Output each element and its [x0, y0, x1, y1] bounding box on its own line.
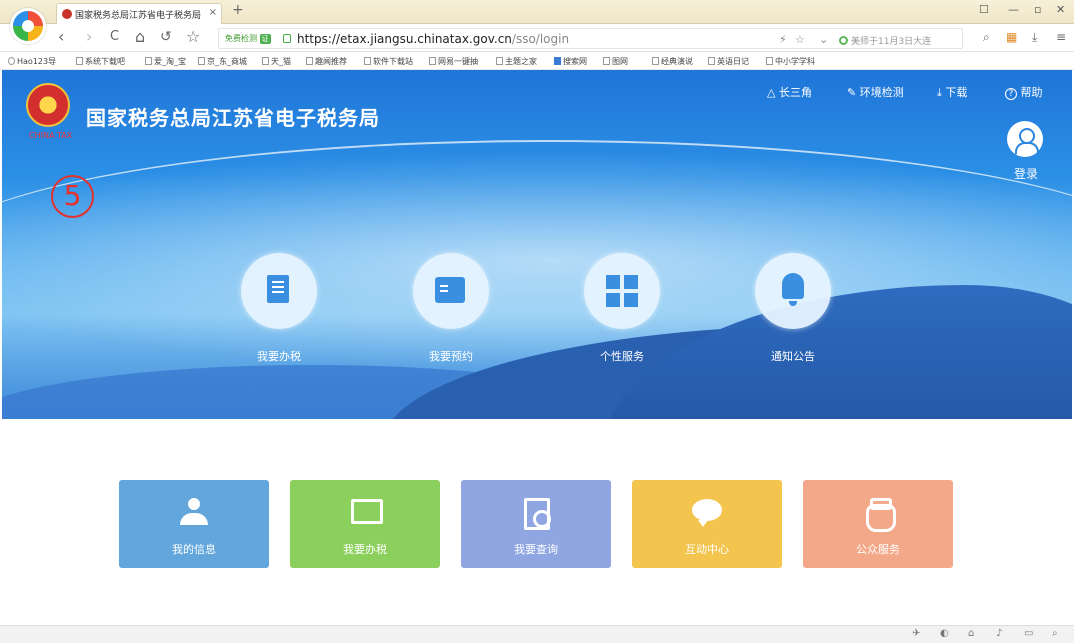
- service-label[interactable]: 个性服务: [572, 348, 672, 364]
- navigation-bar: ‹ › C ⌂ ↺ ☆ 免费检测 证 https://etax.jiangsu.…: [0, 24, 1074, 52]
- bookmark-item[interactable]: 英语日记: [708, 56, 749, 67]
- tile-label: 公众服务: [856, 543, 900, 556]
- login-link[interactable]: 登录: [1014, 165, 1038, 182]
- service-tax-filing[interactable]: [241, 253, 317, 329]
- bookmark-item[interactable]: 天_猫: [262, 56, 291, 67]
- bookmarks-bar: Hao123导 系统下载吧 爱_淘_宝 京_东_商城 天_猫 趣闻推荐 软件下载…: [0, 52, 1074, 70]
- home-icon[interactable]: ⌂: [968, 628, 974, 639]
- minimize-button[interactable]: —: [1008, 3, 1019, 16]
- undo-close-button[interactable]: ↺: [160, 28, 172, 46]
- lock-icon: [283, 34, 291, 43]
- refresh-button[interactable]: C: [110, 28, 119, 46]
- url-text[interactable]: https://etax.jiangsu.chinatax.gov.cn/sso…: [297, 32, 569, 46]
- home-button[interactable]: ⌂: [135, 28, 145, 46]
- annotation-marker: 5: [51, 175, 94, 218]
- chat-icon: [690, 496, 724, 530]
- pencil-icon: ✎: [847, 86, 857, 99]
- tile-label: 我要办税: [343, 543, 387, 556]
- restore-button[interactable]: ▫: [1034, 3, 1041, 16]
- tile-interaction-center[interactable]: 互动中心: [632, 480, 782, 568]
- hero-banner: CHINA TAX 国家税务总局江苏省电子税务局 △ 长三角 ✎ 环境检测 ⤓ …: [2, 70, 1072, 419]
- nav-help[interactable]: ? 帮助: [1005, 84, 1043, 100]
- new-tab-button[interactable]: +: [232, 2, 244, 18]
- favorite-button[interactable]: ☆: [186, 28, 200, 46]
- news-ticker[interactable]: 美师于11月3日大连: [839, 34, 931, 47]
- zoom-icon[interactable]: ⌕: [1052, 628, 1058, 639]
- bookmark-item[interactable]: 京_东_商城: [198, 56, 247, 67]
- service-label[interactable]: 通知公告: [743, 348, 843, 364]
- tab-title: 国家税务总局江苏省电子税务局: [75, 11, 202, 21]
- tile-query[interactable]: 我要查询: [461, 480, 611, 568]
- status-bar: ✈ ◐ ⌂ ♪ ▭ ⌕: [0, 625, 1074, 643]
- nav-environment-check[interactable]: ✎ 环境检测: [847, 84, 904, 100]
- rocket-icon[interactable]: ✈: [912, 628, 920, 639]
- document-icon: [267, 275, 289, 303]
- tile-public-service[interactable]: 公众服务: [803, 480, 953, 568]
- nav-yangtze-delta[interactable]: △ 长三角: [767, 84, 812, 100]
- service-appointment[interactable]: [413, 253, 489, 329]
- close-window-button[interactable]: ✕: [1056, 3, 1065, 16]
- tile-tax-filing[interactable]: 我要办税: [290, 480, 440, 568]
- bookmark-item[interactable]: 搜索网: [554, 56, 587, 67]
- bookmark-item[interactable]: 爱_淘_宝: [145, 56, 186, 67]
- grid-icon: [606, 275, 638, 307]
- address-bar[interactable]: 免费检测 证 https://etax.jiangsu.chinatax.gov…: [218, 28, 963, 49]
- speed-icon[interactable]: ◐: [940, 628, 949, 639]
- download-icon[interactable]: ⤓: [1032, 30, 1037, 45]
- tile-label: 我的信息: [172, 543, 216, 556]
- menu-icon[interactable]: ≡: [1056, 30, 1066, 44]
- skin-icon[interactable]: ☐: [979, 3, 989, 16]
- user-icon: [177, 496, 211, 530]
- chevron-down-icon[interactable]: ⌄: [819, 33, 828, 46]
- bookmark-item[interactable]: Hao123导: [8, 56, 56, 67]
- favicon-icon: [62, 9, 72, 19]
- nav-download[interactable]: ⤓ 下载: [937, 84, 967, 100]
- bookmark-item[interactable]: 软件下载站: [364, 56, 413, 67]
- bookmark-item[interactable]: 中小学学科: [766, 56, 815, 67]
- search-document-icon: [519, 496, 553, 530]
- screen-icon[interactable]: ▭: [1024, 628, 1033, 639]
- apps-icon[interactable]: ▦: [1006, 30, 1017, 44]
- bookmark-item[interactable]: 图网: [603, 56, 628, 67]
- bookmark-item[interactable]: 主题之家: [496, 56, 537, 67]
- jar-icon: [861, 496, 896, 532]
- bell-icon: [782, 273, 804, 306]
- tab-strip: 国家税务总局江苏省电子税务局 × + ☐ — ▫ ✕: [0, 0, 1074, 24]
- bookmark-item[interactable]: 经典演说: [652, 56, 693, 67]
- sound-icon[interactable]: ♪: [996, 628, 1002, 639]
- bookmark-star-icon[interactable]: ☆: [795, 33, 805, 46]
- calendar-icon: [435, 277, 465, 303]
- bookmark-item[interactable]: 趣闻推荐: [306, 56, 347, 67]
- service-label[interactable]: 我要办税: [229, 348, 329, 364]
- bookmark-item[interactable]: 网易一键抽: [429, 56, 478, 67]
- tile-label: 互动中心: [685, 543, 729, 556]
- safe-mark: 证: [259, 34, 271, 44]
- safe-badge[interactable]: 免费检测 证: [225, 33, 271, 44]
- service-personalized[interactable]: [584, 253, 660, 329]
- site-title: 国家税务总局江苏省电子税务局: [86, 106, 380, 130]
- browser-logo-icon[interactable]: [10, 8, 46, 44]
- tile-label: 我要查询: [514, 543, 558, 556]
- back-button[interactable]: ‹: [58, 28, 64, 46]
- triangle-icon: △: [767, 86, 776, 99]
- tile-my-info[interactable]: 我的信息: [119, 480, 269, 568]
- help-icon: ?: [1005, 88, 1017, 100]
- emblem-caption: CHINA TAX: [29, 131, 73, 140]
- browser-window: 国家税务总局江苏省电子税务局 × + ☐ — ▫ ✕ ‹ › C ⌂ ↺ ☆ 免…: [0, 0, 1074, 643]
- tab-etax[interactable]: 国家税务总局江苏省电子税务局 ×: [56, 3, 222, 24]
- user-avatar-icon[interactable]: [1007, 121, 1043, 157]
- bookmark-item[interactable]: 系统下载吧: [76, 56, 125, 67]
- service-label[interactable]: 我要预约: [401, 348, 501, 364]
- download-icon: ⤓: [937, 86, 942, 99]
- tax-emblem-logo: [26, 83, 70, 127]
- flash-icon[interactable]: ⚡: [779, 33, 787, 46]
- forward-button[interactable]: ›: [86, 28, 92, 46]
- close-tab-icon[interactable]: ×: [209, 7, 217, 18]
- service-notices[interactable]: [755, 253, 831, 329]
- search-icon[interactable]: ⌕: [983, 30, 990, 45]
- news-icon: [839, 36, 848, 45]
- monitor-icon: [348, 496, 383, 530]
